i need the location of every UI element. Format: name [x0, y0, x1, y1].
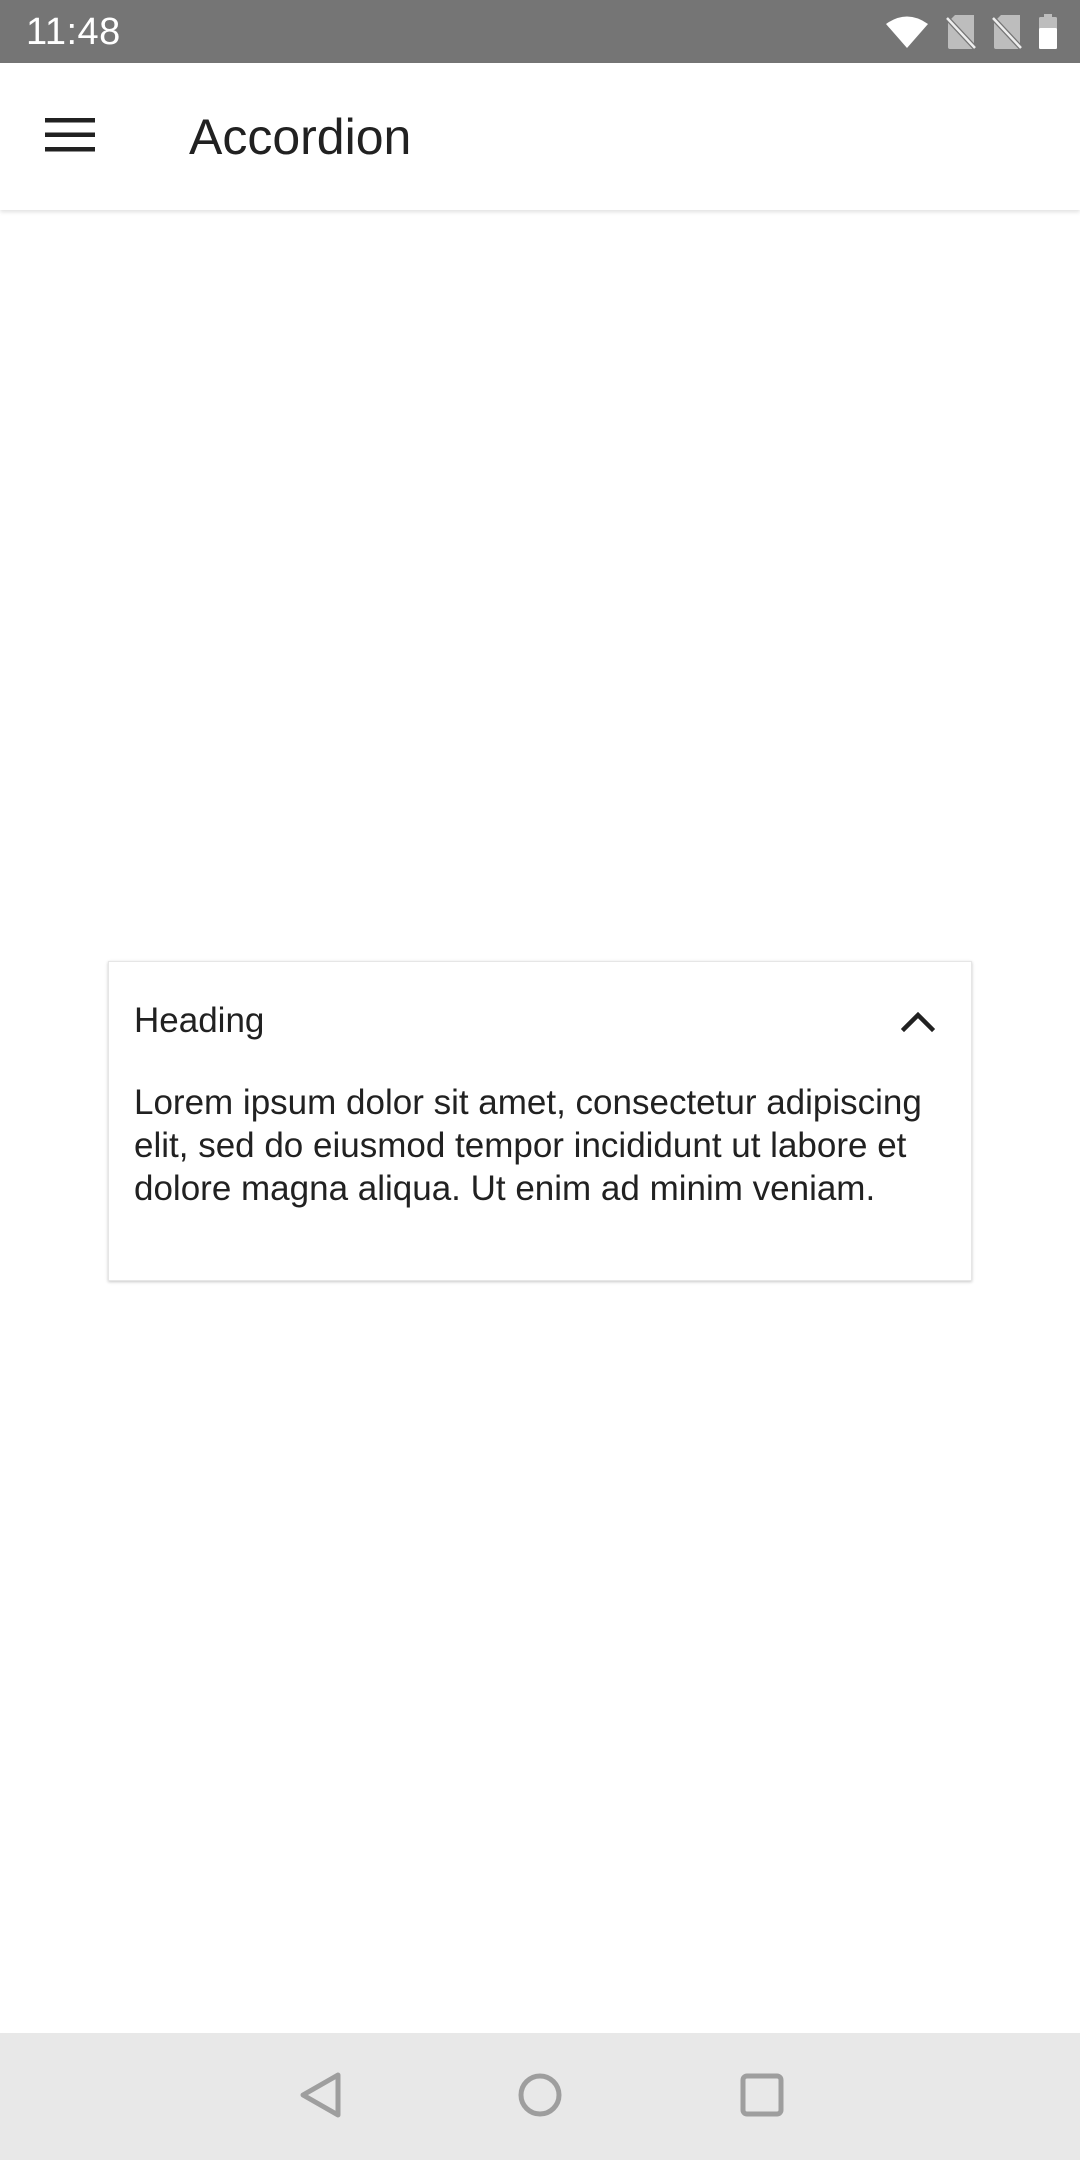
recents-button[interactable] [724, 2059, 800, 2135]
back-icon [298, 2071, 342, 2124]
accordion: Heading Lorem ipsum dolor sit amet, cons… [108, 961, 972, 1281]
status-icons [884, 12, 1058, 52]
page-title: Accordion [189, 109, 412, 165]
status-time: 11:48 [26, 11, 121, 53]
no-sim-icon [992, 14, 1022, 50]
accordion-header[interactable]: Heading [109, 962, 971, 1078]
home-icon [517, 2072, 563, 2123]
back-button[interactable] [282, 2059, 358, 2135]
app-bar: Accordion [0, 63, 1080, 210]
no-sim-icon [946, 14, 976, 50]
accordion-heading: Heading [134, 1001, 265, 1040]
chevron-up-icon[interactable] [900, 1004, 936, 1038]
navigation-bar [0, 2033, 1080, 2160]
status-bar: 11:48 [0, 0, 1080, 63]
battery-icon [1038, 14, 1058, 50]
menu-button[interactable] [22, 93, 118, 181]
wifi-icon [884, 15, 930, 49]
recents-icon [740, 2073, 784, 2122]
accordion-content: Lorem ipsum dolor sit amet, consectetur … [134, 1083, 922, 1208]
hamburger-menu-icon [45, 117, 95, 157]
home-button[interactable] [502, 2059, 578, 2135]
